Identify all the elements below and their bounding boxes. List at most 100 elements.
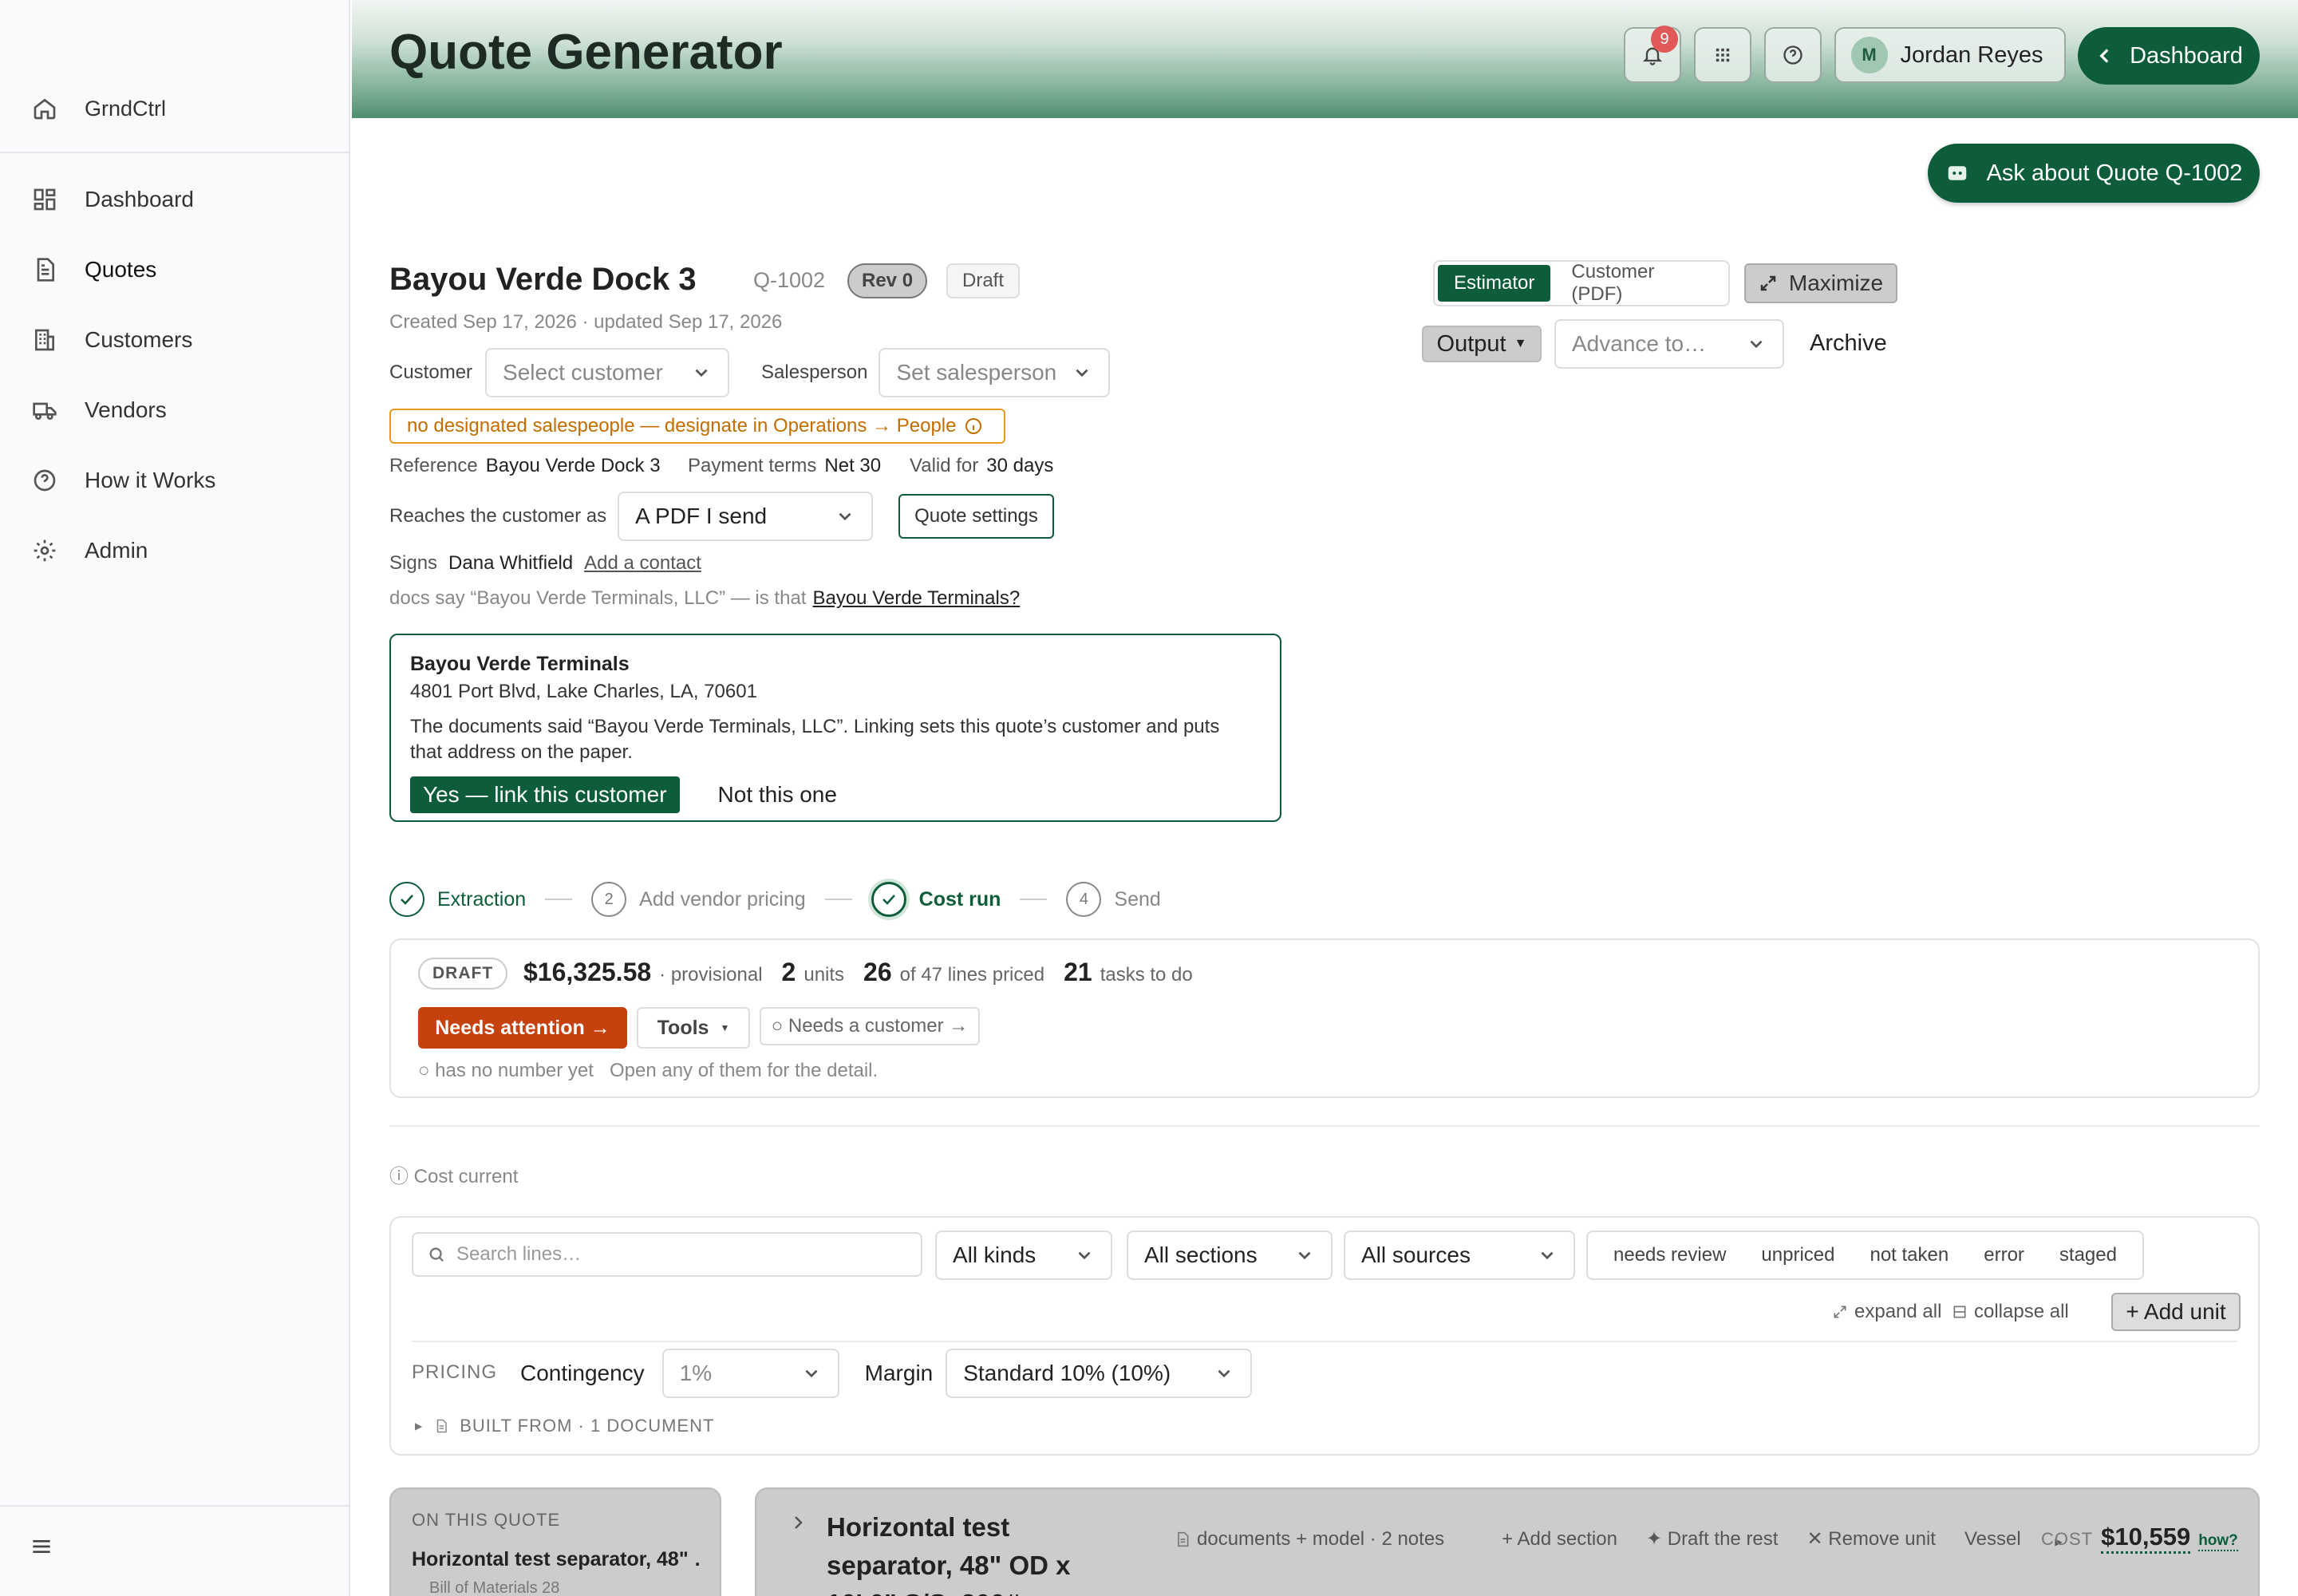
sections-select[interactable]: All sections [1127,1231,1333,1280]
step-cost-run[interactable]: Cost run [871,882,1001,917]
quote-settings-button[interactable]: Quote settings [898,494,1054,539]
help-button[interactable] [1764,27,1822,83]
customer-select[interactable]: Select customer [485,348,730,397]
draft-tag: DRAFT [418,958,508,990]
add-contact-link[interactable]: Add a contact [584,552,701,575]
outline-header: ON THIS QUOTE [412,1510,561,1530]
sidebar-item-how-it-works[interactable]: How it Works [32,461,215,500]
chat-icon [1948,166,1966,180]
unit-cost: COST $10,559 how? [2041,1523,2238,1554]
top-header: Quote Generator 9 M Jordan Reyes [352,0,2298,118]
sidebar-item-customers[interactable]: Customers [32,321,215,359]
dashboard-button-label: Dashboard [2130,42,2243,69]
search-input[interactable]: Search lines… [412,1232,922,1277]
sidebar-item-label: Vendors [85,397,167,422]
section-divider [389,1125,2260,1127]
delivery-method-select[interactable]: A PDF I send [618,492,874,541]
search-icon [429,1247,444,1262]
tab-estimator[interactable]: Estimator [1438,265,1551,302]
menu-icon[interactable] [29,1534,54,1559]
sidebar-item-admin[interactable]: Admin [32,531,215,570]
note-no-number: ○ has no number yet [418,1060,594,1081]
link-customer-button[interactable]: Yes — link this customer [410,776,680,813]
cost-value[interactable]: $10,559 [2101,1523,2191,1554]
contingency-select[interactable]: 1% [661,1349,839,1398]
terms-label: Payment terms [688,455,817,476]
match-actions: Yes — link this customer Not this one [410,776,1261,813]
cost-how-link[interactable]: how? [2198,1532,2238,1551]
add-unit-button[interactable]: + Add unit [2111,1293,2241,1331]
brand-link[interactable]: GrndCtrl [32,89,166,128]
suggested-customer-link[interactable]: Bayou Verde Terminals? [812,587,1020,610]
draft-rest-button[interactable]: ✦ Draft the rest [1646,1527,1779,1551]
quote-number: Q-1002 [753,268,826,292]
terms-value: Net 30 [824,455,882,476]
sidebar-item-quotes[interactable]: Quotes [32,251,215,289]
sidebar-nav: Dashboard Quotes Customers Vendors How i… [32,180,215,602]
cost-label: COST [2041,1529,2094,1549]
step-number: 2 [591,882,627,917]
salesperson-select[interactable]: Set salesperson [879,348,1111,397]
step-add-vendor-pricing[interactable]: 2 Add vendor pricing [591,882,806,917]
sources-select[interactable]: All sources [1344,1231,1575,1280]
chip-staged[interactable]: staged [2042,1244,2134,1266]
archive-button[interactable]: Archive [1810,330,1887,357]
help-circle-icon [1783,45,1802,65]
remove-unit-button[interactable]: ✕ Remove unit [1806,1527,1936,1551]
margin-select[interactable]: Standard 10% (10%) [946,1349,1253,1398]
pricing-label: PRICING [412,1361,498,1383]
view-toggle: Estimator Customer (PDF) [1433,260,1730,306]
kinds-select[interactable]: All kinds [935,1231,1112,1280]
margin-value: Standard 10% (10%) [963,1361,1171,1385]
chip-needs-review[interactable]: needs review [1596,1244,1743,1266]
maximize-button[interactable]: Maximize [1744,263,1897,303]
user-menu-button[interactable]: M Jordan Reyes [1834,27,2066,83]
unit-title: Horizontal test separator, 48" OD x 10' … [827,1512,1071,1596]
status-badge: Draft [946,263,1021,298]
chevron-down-icon [1076,369,1088,377]
chip-unpriced[interactable]: unpriced [1743,1244,1852,1266]
chip-not-taken[interactable]: not taken [1852,1244,1966,1266]
document-icon [37,258,54,282]
notifications-button[interactable]: 9 [1624,26,1681,83]
apps-button[interactable] [1694,27,1751,83]
outline-item[interactable]: Horizontal test separator, 48" … [412,1548,699,1571]
sidebar-item-dashboard[interactable]: Dashboard [32,180,215,219]
caret-right-icon: ▶ [415,1420,424,1432]
collapse-all-button[interactable]: collapse all [1952,1301,2069,1323]
needs-attention-button[interactable]: Needs attention → [418,1007,627,1049]
revision-badge[interactable]: Rev 0 [847,263,928,298]
match-description: The documents said “Bayou Verde Terminal… [410,716,1220,763]
unit-source-label: documents + model · 2 notes [1197,1527,1445,1550]
step-number: 4 [1066,882,1102,917]
built-from-toggle[interactable]: ▶ BUILT FROM · 1 DOCUMENT [415,1416,714,1436]
workflow-stepper: Extraction 2 Add vendor pricing Cost run… [389,882,1161,917]
output-button[interactable]: Output ▼ [1422,326,1542,362]
not-this-one-button[interactable]: Not this one [718,782,837,808]
margin-label: Margin [864,1361,934,1385]
quote-title: Bayou Verde Dock 3 [389,262,697,297]
chevron-right-icon[interactable] [788,1513,807,1532]
add-section-button[interactable]: + Add section [1502,1528,1617,1551]
advance-select[interactable]: Advance to… [1554,319,1784,369]
built-from-label: BUILT FROM · 1 DOCUMENT [460,1416,715,1436]
user-name: Jordan Reyes [1900,41,2043,68]
step-label: Add vendor pricing [639,887,806,911]
chevron-down-icon [805,1369,818,1378]
chip-error[interactable]: error [1966,1244,2042,1266]
ask-quote-button[interactable]: Ask about Quote Q-1002 [1928,144,2260,203]
needs-customer-button[interactable]: ○ Needs a customer → [760,1007,980,1045]
expand-all-button[interactable]: expand all [1832,1301,1941,1323]
chevron-down-icon [1078,1251,1091,1260]
sidebar-item-vendors[interactable]: Vendors [32,391,215,429]
step-extraction[interactable]: Extraction [389,882,526,917]
outline-subitem[interactable]: Bill of Materials 28 [412,1579,699,1596]
tools-button[interactable]: Tools ▼ [637,1007,750,1049]
document-icon [1178,1531,1189,1547]
tab-customer-pdf[interactable]: Customer (PDF) [1550,261,1725,305]
signer-name: Dana Whitfield [448,552,574,574]
unit-source: documents + model · 2 notes [1175,1528,1473,1551]
dashboard-button[interactable]: Dashboard [2078,27,2260,85]
step-send[interactable]: 4 Send [1066,882,1161,917]
salesperson-warning[interactable]: no designated salespeople — designate in… [389,409,1005,444]
